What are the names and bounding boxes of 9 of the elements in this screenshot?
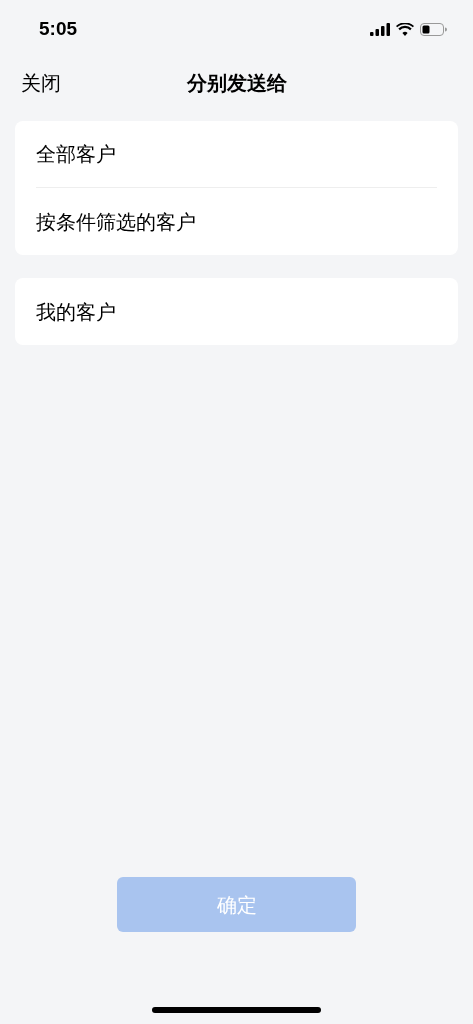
- page-title: 分别发送给: [186, 71, 287, 96]
- option-item[interactable]: 全部客户: [36, 121, 437, 188]
- status-time: 5:05: [39, 16, 78, 41]
- close-button[interactable]: 关闭: [21, 68, 61, 98]
- battery-icon: [420, 22, 447, 36]
- option-item[interactable]: 按条件筛选的客户: [36, 188, 437, 255]
- wifi-icon: [396, 22, 414, 36]
- signal-icon: [370, 22, 390, 36]
- option-item[interactable]: 我的客户: [36, 278, 437, 345]
